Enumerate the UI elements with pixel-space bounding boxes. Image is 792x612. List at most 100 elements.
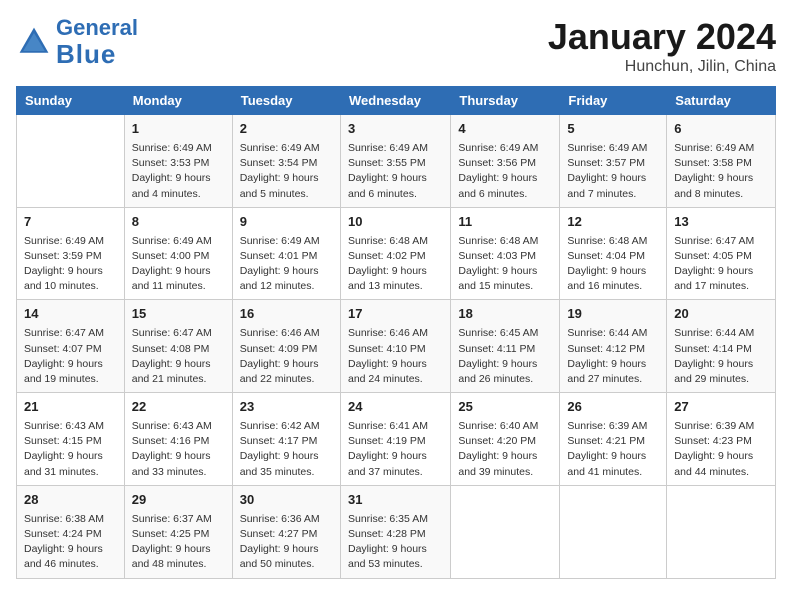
calendar-week-row: 21 Sunrise: 6:43 AMSunset: 4:15 PMDayligh…: [17, 393, 776, 486]
calendar-cell: 2Sunrise: 6:49 AMSunset: 3:54 PMDaylight…: [232, 115, 340, 208]
title-block: January 2024 Hunchun, Jilin, China: [548, 16, 776, 76]
day-info: Sunrise: 6:39 AMSunset: 4:21 PMDaylight:…: [567, 419, 659, 480]
day-info: Sunrise: 6:43 AMSunset: 4:15 PMDaylight:…: [24, 419, 117, 480]
weekday-header-monday: Monday: [124, 87, 232, 115]
calendar-cell: [17, 115, 125, 208]
weekday-header-wednesday: Wednesday: [340, 87, 450, 115]
weekday-header-sunday: Sunday: [17, 87, 125, 115]
day-number: 21: [24, 398, 117, 417]
day-number: 2: [240, 120, 333, 139]
day-number: 9: [240, 213, 333, 232]
day-number: 30: [240, 491, 333, 510]
calendar-cell: 29 Sunrise: 6:37 AMSunset: 4:25 PMDayligh…: [124, 485, 232, 578]
calendar-cell: 25Sunrise: 6:40 AMSunset: 4:20 PMDayligh…: [451, 393, 560, 486]
calendar-cell: 11Sunrise: 6:48 AMSunset: 4:03 PMDayligh…: [451, 207, 560, 300]
calendar-cell: 12 Sunrise: 6:48 AMSunset: 4:04 PMDayligh…: [560, 207, 667, 300]
day-number: 18: [458, 305, 552, 324]
day-number: 22: [132, 398, 225, 417]
calendar-cell: 26Sunrise: 6:39 AMSunset: 4:21 PMDayligh…: [560, 393, 667, 486]
day-info: Sunrise: 6:37 AMSunset: 4:25 PMDaylight:…: [132, 512, 225, 573]
calendar-cell: 7 Sunrise: 6:49 AMSunset: 3:59 PMDaylight…: [17, 207, 125, 300]
day-info: Sunrise: 6:35 AMSunset: 4:28 PMDaylight:…: [348, 512, 443, 573]
day-number: 12: [567, 213, 659, 232]
day-info: Sunrise: 6:49 AMSunset: 3:53 PMDaylight:…: [132, 141, 225, 202]
day-info: Sunrise: 6:49 AMSunset: 4:01 PMDaylight:…: [240, 234, 333, 295]
calendar-cell: 31 Sunrise: 6:35 AMSunset: 4:28 PMDayligh…: [340, 485, 450, 578]
calendar-cell: 18 Sunrise: 6:45 AMSunset: 4:11 PMDayligh…: [451, 300, 560, 393]
calendar-cell: 24 Sunrise: 6:41 AMSunset: 4:19 PMDayligh…: [340, 393, 450, 486]
calendar-cell: 8 Sunrise: 6:49 AMSunset: 4:00 PMDaylight…: [124, 207, 232, 300]
day-info: Sunrise: 6:45 AMSunset: 4:11 PMDaylight:…: [458, 326, 552, 387]
logo-line1: General: [56, 15, 138, 40]
day-info: Sunrise: 6:49 AMSunset: 4:00 PMDaylight:…: [132, 234, 225, 295]
day-number: 4: [458, 120, 552, 139]
day-number: 1: [132, 120, 225, 139]
logo-text: General Blue: [56, 16, 138, 69]
calendar-cell: 3 Sunrise: 6:49 AMSunset: 3:55 PMDaylight…: [340, 115, 450, 208]
calendar-cell: 14 Sunrise: 6:47 AMSunset: 4:07 PMDayligh…: [17, 300, 125, 393]
calendar-body: 1 Sunrise: 6:49 AMSunset: 3:53 PMDaylight…: [17, 115, 776, 579]
calendar-cell: [667, 485, 776, 578]
calendar-cell: 5Sunrise: 6:49 AMSunset: 3:57 PMDaylight…: [560, 115, 667, 208]
calendar-cell: 4 Sunrise: 6:49 AMSunset: 3:56 PMDaylight…: [451, 115, 560, 208]
day-info: Sunrise: 6:39 AMSunset: 4:23 PMDaylight:…: [674, 419, 768, 480]
calendar-cell: 22 Sunrise: 6:43 AMSunset: 4:16 PMDayligh…: [124, 393, 232, 486]
day-number: 14: [24, 305, 117, 324]
weekday-header-tuesday: Tuesday: [232, 87, 340, 115]
day-info: Sunrise: 6:44 AMSunset: 4:12 PMDaylight:…: [567, 326, 659, 387]
calendar-table: SundayMondayTuesdayWednesdayThursdayFrid…: [16, 86, 776, 579]
calendar-cell: 20Sunrise: 6:44 AMSunset: 4:14 PMDayligh…: [667, 300, 776, 393]
calendar-cell: 28Sunrise: 6:38 AMSunset: 4:24 PMDayligh…: [17, 485, 125, 578]
calendar-cell: 19 Sunrise: 6:44 AMSunset: 4:12 PMDayligh…: [560, 300, 667, 393]
calendar-cell: 15Sunrise: 6:47 AMSunset: 4:08 PMDayligh…: [124, 300, 232, 393]
day-number: 24: [348, 398, 443, 417]
day-info: Sunrise: 6:43 AMSunset: 4:16 PMDaylight:…: [132, 419, 225, 480]
calendar-cell: [451, 485, 560, 578]
day-info: Sunrise: 6:47 AMSunset: 4:07 PMDaylight:…: [24, 326, 117, 387]
day-info: Sunrise: 6:38 AMSunset: 4:24 PMDaylight:…: [24, 512, 117, 573]
calendar-cell: 13 Sunrise: 6:47 AMSunset: 4:05 PMDayligh…: [667, 207, 776, 300]
day-number: 19: [567, 305, 659, 324]
day-number: 23: [240, 398, 333, 417]
month-title: January 2024: [548, 16, 776, 58]
calendar-cell: 10Sunrise: 6:48 AMSunset: 4:02 PMDayligh…: [340, 207, 450, 300]
day-info: Sunrise: 6:49 AMSunset: 3:59 PMDaylight:…: [24, 234, 117, 295]
location: Hunchun, Jilin, China: [548, 58, 776, 76]
day-number: 6: [674, 120, 768, 139]
day-info: Sunrise: 6:46 AMSunset: 4:09 PMDaylight:…: [240, 326, 333, 387]
page-header: General Blue January 2024 Hunchun, Jilin…: [16, 16, 776, 76]
day-number: 7: [24, 213, 117, 232]
day-info: Sunrise: 6:49 AMSunset: 3:58 PMDaylight:…: [674, 141, 768, 202]
day-info: Sunrise: 6:48 AMSunset: 4:04 PMDaylight:…: [567, 234, 659, 295]
day-info: Sunrise: 6:36 AMSunset: 4:27 PMDaylight:…: [240, 512, 333, 573]
logo-icon: [16, 24, 52, 60]
day-number: 13: [674, 213, 768, 232]
day-number: 29: [132, 491, 225, 510]
day-number: 3: [348, 120, 443, 139]
calendar-cell: 16Sunrise: 6:46 AMSunset: 4:09 PMDayligh…: [232, 300, 340, 393]
day-number: 25: [458, 398, 552, 417]
calendar-cell: [560, 485, 667, 578]
calendar-cell: 17 Sunrise: 6:46 AMSunset: 4:10 PMDayligh…: [340, 300, 450, 393]
calendar-week-row: 14 Sunrise: 6:47 AMSunset: 4:07 PMDayligh…: [17, 300, 776, 393]
day-info: Sunrise: 6:41 AMSunset: 4:19 PMDaylight:…: [348, 419, 443, 480]
day-info: Sunrise: 6:49 AMSunset: 3:55 PMDaylight:…: [348, 141, 443, 202]
day-number: 31: [348, 491, 443, 510]
calendar-cell: 30 Sunrise: 6:36 AMSunset: 4:27 PMDayligh…: [232, 485, 340, 578]
day-info: Sunrise: 6:49 AMSunset: 3:56 PMDaylight:…: [458, 141, 552, 202]
logo-line2: Blue: [56, 39, 116, 69]
day-number: 27: [674, 398, 768, 417]
logo: General Blue: [16, 16, 138, 69]
day-number: 20: [674, 305, 768, 324]
day-number: 5: [567, 120, 659, 139]
weekday-header-saturday: Saturday: [667, 87, 776, 115]
calendar-week-row: 28Sunrise: 6:38 AMSunset: 4:24 PMDayligh…: [17, 485, 776, 578]
weekday-header-thursday: Thursday: [451, 87, 560, 115]
day-info: Sunrise: 6:47 AMSunset: 4:05 PMDaylight:…: [674, 234, 768, 295]
calendar-cell: 27 Sunrise: 6:39 AMSunset: 4:23 PMDayligh…: [667, 393, 776, 486]
day-number: 17: [348, 305, 443, 324]
day-info: Sunrise: 6:42 AMSunset: 4:17 PMDaylight:…: [240, 419, 333, 480]
day-info: Sunrise: 6:46 AMSunset: 4:10 PMDaylight:…: [348, 326, 443, 387]
day-number: 8: [132, 213, 225, 232]
day-info: Sunrise: 6:48 AMSunset: 4:03 PMDaylight:…: [458, 234, 552, 295]
